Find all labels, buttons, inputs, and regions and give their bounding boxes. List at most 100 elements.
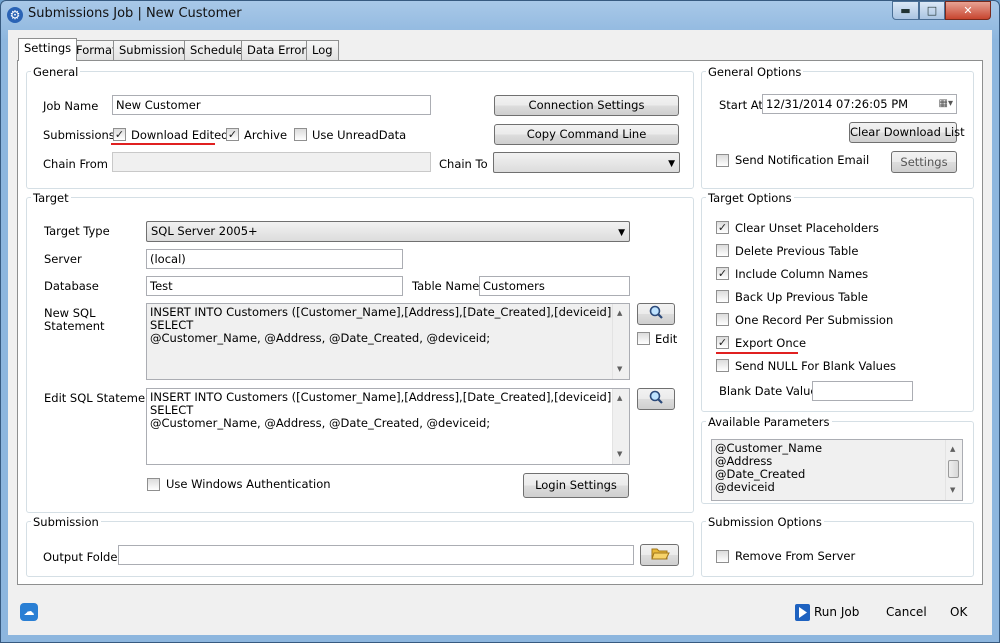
scroll-down-icon[interactable]: ▼ [617,448,622,461]
one-record-per-submission-label: One Record Per Submission [735,313,894,327]
windows-auth-label: Use Windows Authentication [166,477,331,491]
connection-settings-button[interactable]: Connection Settings [494,95,679,116]
blank-date-label: Blank Date Value [719,384,818,398]
start-at-label: Start At [719,98,763,112]
parameters-scrollbar[interactable]: ▲ ▼ [945,440,962,500]
copy-command-line-button[interactable]: Copy Command Line [494,124,679,145]
tab-schedule[interactable]: Schedule [184,40,249,60]
edit-sql-search-button[interactable] [637,388,675,410]
window-title: Submissions Job | New Customer [28,6,242,21]
chain-to-select[interactable]: ▼ [493,152,680,173]
table-name-input[interactable]: Customers [479,276,630,296]
include-column-names-checkbox[interactable]: ✓ [716,267,729,280]
remove-from-server-label: Remove From Server [735,549,856,563]
start-at-value: 12/31/2014 07:26:05 PM [766,97,909,111]
browse-folder-button[interactable] [640,544,679,566]
send-null-checkbox[interactable] [716,359,729,372]
database-label: Database [44,279,99,293]
start-at-datepicker[interactable]: 12/31/2014 07:26:05 PM ▦▾ [762,94,957,114]
magnifier-icon [649,390,663,404]
submissions-label: Submissions [43,128,115,142]
scroll-up-icon[interactable]: ▲ [617,392,622,405]
server-label: Server [44,252,82,266]
database-input[interactable]: Test [146,276,403,296]
archive-checkbox[interactable]: ✓ [226,128,239,141]
scroll-up-icon[interactable]: ▲ [617,307,622,320]
scroll-down-icon[interactable]: ▼ [617,363,622,376]
target-title: Target [31,191,71,205]
server-input[interactable]: (local) [146,249,403,269]
scroll-thumb[interactable] [948,460,959,478]
ok-button[interactable]: OK [950,605,967,619]
chain-from-input[interactable] [112,152,431,172]
job-name-input[interactable]: New Customer [112,95,431,115]
delete-previous-table-label: Delete Previous Table [735,244,859,258]
parameters-list[interactable]: @Customer_Name @Address @Date_Created @d… [711,439,963,501]
windows-auth-checkbox[interactable] [147,478,160,491]
chevron-down-icon: ▼ [618,228,625,238]
gear-icon: ⚙ [7,7,23,23]
download-edited-label: Download Edited [131,128,229,142]
remove-from-server-checkbox[interactable] [716,550,729,563]
minimize-button[interactable]: ▬ [892,1,919,20]
login-settings-button[interactable]: Login Settings [523,473,629,498]
target-type-value: SQL Server 2005+ [151,224,258,238]
chain-to-label: Chain To [439,157,488,171]
delete-previous-table-checkbox[interactable] [716,244,729,257]
use-unread-label: Use UnreadData [312,128,407,142]
target-options-title: Target Options [706,191,794,205]
run-job-button[interactable]: Run Job [814,605,859,619]
highlight-underline [716,352,798,354]
run-job-icon[interactable] [795,604,810,621]
edit-sql-textarea[interactable]: INSERT INTO Customers ([Customer_Name],[… [146,388,630,465]
scroll-down-icon[interactable]: ▼ [950,484,955,497]
scroll-up-icon[interactable]: ▲ [950,443,955,456]
folder-open-icon [650,548,670,560]
edit-sql-line-1: INSERT INTO Customers ([Customer_Name],[… [150,390,616,417]
send-email-checkbox[interactable] [716,154,729,167]
one-record-per-submission-checkbox[interactable] [716,313,729,326]
edit-checkbox[interactable] [637,332,650,345]
export-once-checkbox[interactable]: ✓ [716,336,729,349]
include-column-names-label: Include Column Names [735,267,869,281]
new-sql-scrollbar[interactable]: ▲ ▼ [612,304,629,379]
clear-unset-placeholders-checkbox[interactable]: ✓ [716,221,729,234]
submission-title: Submission [31,515,101,529]
blank-date-input[interactable] [812,381,913,401]
target-type-label: Target Type [44,224,110,238]
new-sql-label-2: Statement [44,319,105,333]
new-sql-line-2: @Customer_Name, @Address, @Date_Created,… [150,331,491,345]
title-bar[interactable]: ⚙ Submissions Job | New Customer ▬ □ ✕ [0,0,1000,30]
use-unread-checkbox[interactable] [294,128,307,141]
archive-label: Archive [244,128,288,142]
submission-options-title: Submission Options [706,515,824,529]
maximize-button[interactable]: □ [919,1,945,20]
chain-from-label: Chain From [43,157,108,171]
clear-download-list-button[interactable]: Clear Download List [849,122,965,143]
email-settings-button[interactable]: Settings [891,151,957,173]
download-edited-checkbox[interactable]: ✓ [113,128,126,141]
send-email-label: Send Notification Email [735,153,870,167]
magnifier-icon [649,305,663,319]
general-title: General [31,65,81,79]
highlight-underline [111,143,215,145]
close-button[interactable]: ✕ [945,1,991,20]
tab-log[interactable]: Log [306,40,339,60]
output-folder-label: Output Folder [43,550,123,564]
back-up-previous-table-label: Back Up Previous Table [735,290,868,304]
cancel-button[interactable]: Cancel [886,605,927,619]
new-sql-line-1: INSERT INTO Customers ([Customer_Name],[… [150,305,616,332]
back-up-previous-table-checkbox[interactable] [716,290,729,303]
cloud-upload-icon[interactable]: ☁ [20,603,38,621]
tab-settings[interactable]: Settings [18,38,78,61]
list-item[interactable]: @deviceid [715,481,959,494]
general-options-title: General Options [706,65,804,79]
output-folder-input[interactable] [118,545,634,565]
edit-sql-scrollbar[interactable]: ▲ ▼ [612,389,629,464]
job-name-label: Job Name [43,99,99,113]
target-type-select[interactable]: SQL Server 2005+ ▼ [146,221,630,242]
calendar-icon[interactable]: ▦▾ [939,97,953,111]
new-sql-search-button[interactable] [637,303,675,325]
edit-sql-label: Edit SQL Statement [44,391,157,405]
new-sql-textarea[interactable]: INSERT INTO Customers ([Customer_Name],[… [146,303,630,380]
